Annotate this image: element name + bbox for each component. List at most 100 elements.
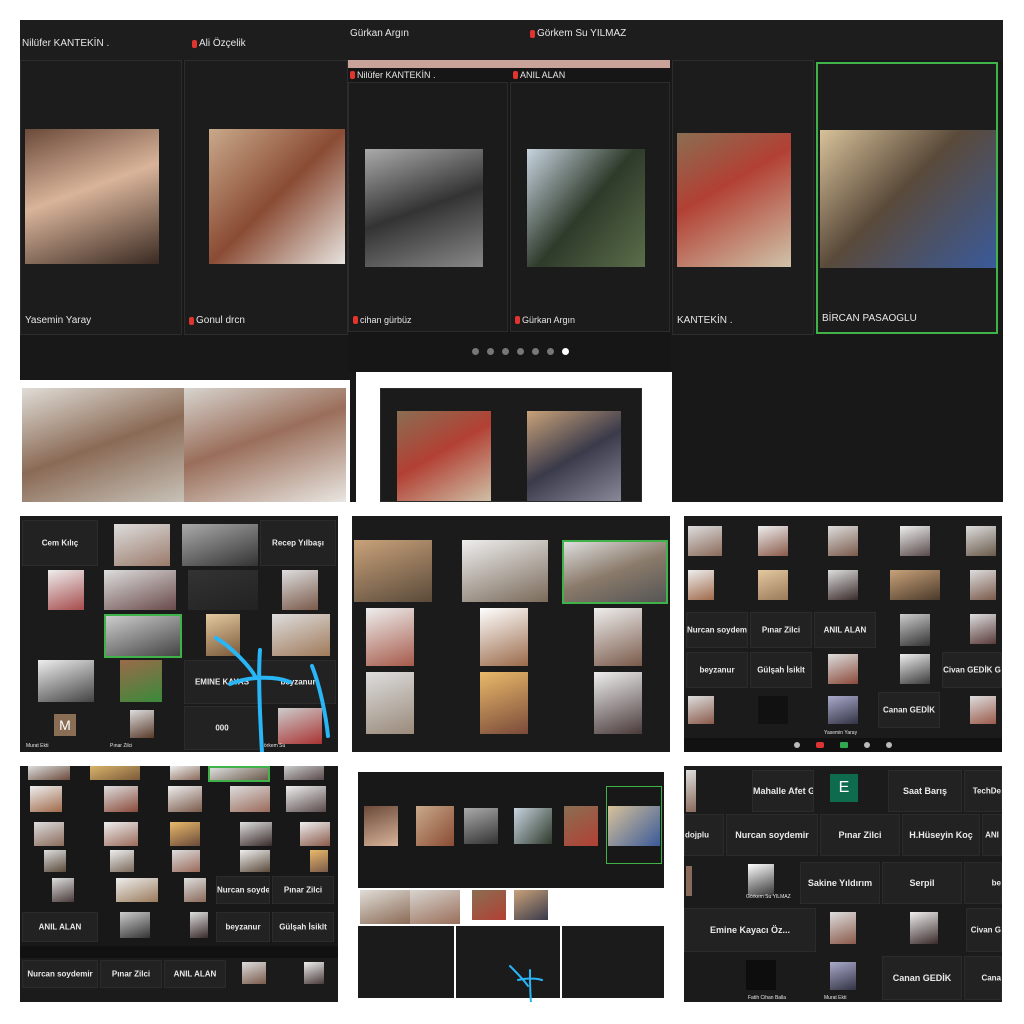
video-tile[interactable]: Sakine Yıldırım bbox=[800, 862, 880, 904]
video-tile[interactable]: Pınar Zilci bbox=[272, 876, 334, 904]
mic-muted-icon bbox=[515, 316, 520, 324]
participant-video bbox=[820, 130, 996, 268]
participant-video bbox=[286, 786, 326, 812]
video-tile[interactable]: dojplu bbox=[684, 814, 724, 856]
participant-video bbox=[910, 912, 938, 944]
video-tile[interactable]: ANIL ALAN bbox=[22, 912, 98, 942]
video-tile[interactable]: H.Hüseyin Koç bbox=[902, 814, 980, 856]
participant-video bbox=[594, 608, 642, 666]
participant-video bbox=[116, 878, 158, 902]
zoom-gallery-panel-5: Nurcan soydemir Pınar Zilci ANIL ALAN be… bbox=[20, 766, 338, 1002]
participant-video bbox=[688, 526, 722, 556]
video-tile[interactable]: Civan GEDİK G bbox=[942, 652, 1002, 688]
participant-name: Ali Özçelik bbox=[192, 38, 246, 49]
participant-video bbox=[758, 570, 788, 600]
record-icon[interactable] bbox=[864, 742, 870, 748]
page-dot[interactable] bbox=[502, 348, 509, 355]
video-tile[interactable]: Gülşah İsiklt bbox=[272, 912, 334, 942]
participant-name: Gürkan Argın bbox=[350, 28, 409, 39]
participant-name: Nilüfer KANTEKİN . bbox=[350, 70, 436, 80]
video-tile[interactable]: Saat Barış bbox=[888, 770, 962, 812]
video-tile[interactable]: Serpil bbox=[882, 862, 962, 904]
participant-name: BİRCAN PASAOGLU bbox=[822, 313, 917, 324]
participant-name: KANTEKİN . bbox=[677, 315, 733, 326]
participant-video bbox=[354, 540, 432, 602]
participant-video bbox=[397, 411, 491, 501]
zoom-gallery-panel-3 bbox=[352, 516, 670, 752]
participant-video bbox=[970, 614, 996, 644]
participant-video bbox=[120, 912, 150, 938]
video-tile[interactable]: Mahalle Afet Gö... bbox=[752, 770, 814, 812]
participant-video bbox=[365, 149, 483, 267]
participant-video bbox=[828, 526, 858, 556]
video-tile[interactable]: Pınar Zilci bbox=[750, 612, 812, 648]
participant-name: Görkem Su YILMAZ bbox=[530, 28, 626, 39]
page-dot[interactable] bbox=[517, 348, 524, 355]
participant-video bbox=[28, 766, 70, 780]
video-tile[interactable]: Nurcan soydemir bbox=[216, 876, 270, 904]
participants-icon[interactable] bbox=[794, 742, 800, 748]
page-dot-active[interactable] bbox=[562, 348, 569, 355]
video-tile-active-speaker[interactable] bbox=[208, 766, 270, 782]
video-tile[interactable]: be bbox=[964, 862, 1002, 904]
participant-video bbox=[300, 822, 330, 846]
video-tile[interactable]: Gonul drcn bbox=[184, 60, 348, 335]
video-tile[interactable]: Gülşah İsiklt bbox=[750, 652, 812, 688]
zoom-gallery-panel-1: Nilüfer KANTEKİN . Ali Özçelik Gürkan Ar… bbox=[20, 20, 1003, 502]
share-screen-icon[interactable] bbox=[840, 742, 848, 748]
participant-name: Nilüfer KANTEKİN . bbox=[22, 38, 110, 49]
video-tile[interactable]: Canan GEDİK bbox=[878, 692, 940, 728]
video-tile[interactable]: Civan G bbox=[966, 908, 1002, 952]
page-indicator[interactable] bbox=[472, 348, 569, 355]
participant-video bbox=[52, 878, 74, 902]
participant-video bbox=[104, 786, 138, 812]
video-tile[interactable]: Canan GEDİK bbox=[882, 956, 962, 1000]
video-tile[interactable]: Nurcan soydemir bbox=[686, 612, 748, 648]
video-tile[interactable]: TechDe bbox=[964, 770, 1002, 812]
participant-video bbox=[34, 822, 64, 846]
page-dot[interactable] bbox=[532, 348, 539, 355]
participant-name: Murat Ekti bbox=[824, 995, 847, 1001]
video-tile[interactable]: Cana bbox=[964, 956, 1002, 1000]
participant-video bbox=[900, 614, 930, 646]
participant-name: Gürkan Argın bbox=[515, 315, 575, 325]
video-tile[interactable]: beyzanur bbox=[216, 912, 270, 942]
video-tile[interactable]: KANTEKİN . bbox=[672, 60, 814, 335]
video-tile[interactable]: Pınar Zilci bbox=[820, 814, 900, 856]
participant-video bbox=[310, 850, 328, 872]
participant-video bbox=[242, 962, 266, 984]
participant-video bbox=[366, 608, 414, 666]
video-tile[interactable]: ANI bbox=[982, 814, 1002, 856]
video-tile[interactable]: Emine Kayacı Öz... bbox=[684, 908, 816, 952]
video-tile[interactable]: cihan gürbüz bbox=[348, 82, 508, 332]
participant-video bbox=[170, 766, 200, 780]
page-dot[interactable] bbox=[487, 348, 494, 355]
participant-video bbox=[462, 540, 548, 602]
participant-video bbox=[688, 696, 714, 724]
video-tile[interactable]: beyzanur bbox=[686, 652, 748, 688]
annotation-drawing bbox=[214, 636, 330, 752]
participant-name: Yasemin Yaray bbox=[824, 730, 858, 736]
reactions-icon[interactable] bbox=[886, 742, 892, 748]
video-tile[interactable]: Nurcan soydemir bbox=[726, 814, 818, 856]
participant-video bbox=[284, 766, 324, 780]
participant-name: cihan gürbüz bbox=[353, 315, 412, 325]
page-dot[interactable] bbox=[547, 348, 554, 355]
video-tile[interactable]: Pınar Zilci bbox=[100, 960, 162, 988]
video-tile[interactable]: Yasemin Yaray bbox=[20, 60, 182, 335]
page-dot[interactable] bbox=[472, 348, 479, 355]
video-tile[interactable]: ANIL ALAN bbox=[814, 612, 876, 648]
video-tile[interactable]: ANIL ALAN bbox=[164, 960, 226, 988]
video-tile[interactable]: Gürkan Argın bbox=[510, 82, 670, 332]
mic-muted-icon bbox=[513, 71, 518, 79]
participant-video bbox=[527, 411, 621, 501]
video-tile[interactable] bbox=[380, 388, 642, 502]
chat-icon[interactable] bbox=[816, 742, 824, 748]
video-tile[interactable]: Nurcan soydemir bbox=[22, 960, 98, 988]
participant-video bbox=[240, 850, 270, 872]
mic-muted-icon bbox=[530, 29, 535, 38]
participant-video bbox=[230, 786, 270, 812]
video-tile-active-speaker[interactable]: BİRCAN PASAOGLU bbox=[816, 62, 998, 334]
participant-video bbox=[110, 850, 134, 872]
video-tile-active-speaker[interactable] bbox=[562, 540, 668, 604]
